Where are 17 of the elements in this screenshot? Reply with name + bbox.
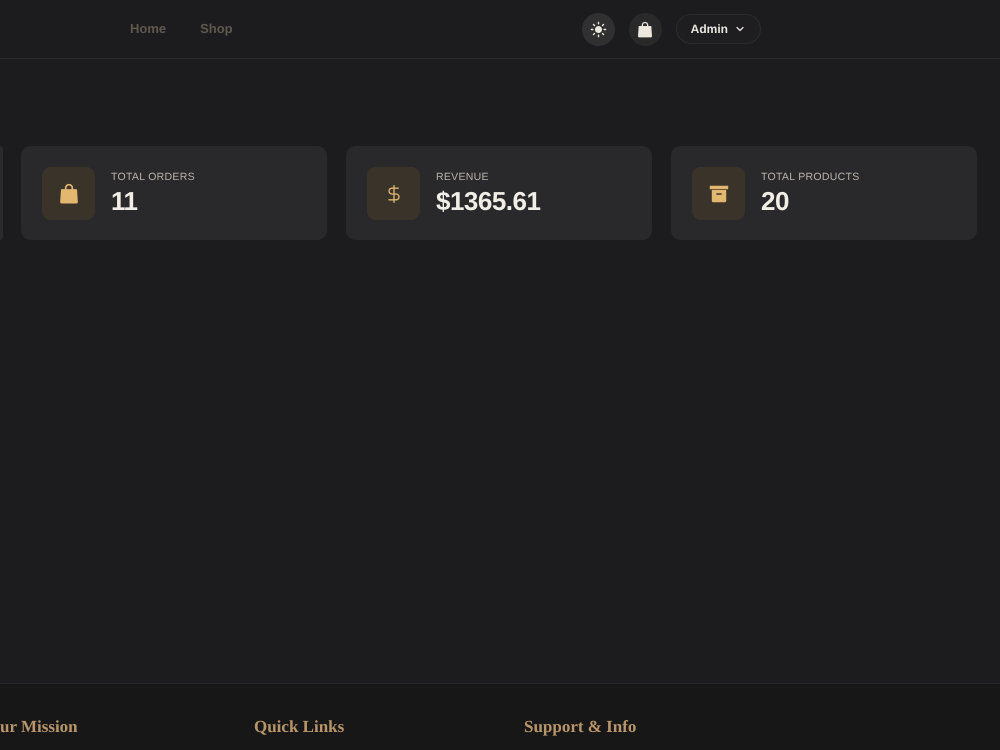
stat-label: TOTAL PRODUCTS <box>761 171 860 184</box>
footer-heading: ur Mission <box>0 717 78 738</box>
stat-value: 20 <box>761 186 790 216</box>
nav-link[interactable]: Shop <box>200 19 233 39</box>
shopping-bag-icon <box>638 20 652 38</box>
stat-value: 11 <box>111 186 138 216</box>
stat-label: REVENUE <box>436 171 490 184</box>
cart-button[interactable] <box>628 12 662 46</box>
theme-toggle-button[interactable] <box>582 12 615 46</box>
user-menu-button[interactable]: Admin <box>676 14 761 44</box>
footer-heading: Support & Info <box>524 717 636 738</box>
stat-value: $1365.61 <box>436 186 540 216</box>
nav-link[interactable]: Home <box>130 19 166 39</box>
shopping-bag-icon <box>60 183 78 204</box>
footer-heading: Quick Links <box>254 717 344 738</box>
sun-icon <box>590 20 607 38</box>
stat-label: TOTAL ORDERS <box>111 171 195 184</box>
